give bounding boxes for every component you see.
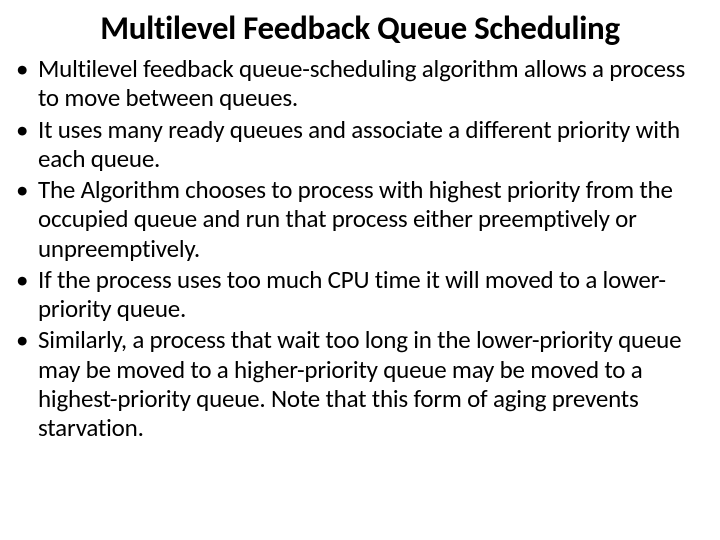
list-item: Similarly, a process that wait too long … bbox=[12, 325, 708, 442]
list-item: The Algorithm chooses to process with hi… bbox=[12, 175, 708, 263]
slide-title: Multilevel Feedback Queue Scheduling bbox=[12, 8, 708, 48]
list-item: If the process uses too much CPU time it… bbox=[12, 265, 708, 324]
list-item: It uses many ready queues and associate … bbox=[12, 115, 708, 174]
bullet-list: Multilevel feedback queue-scheduling alg… bbox=[12, 54, 708, 442]
list-item: Multilevel feedback queue-scheduling alg… bbox=[12, 54, 708, 113]
slide: Multilevel Feedback Queue Scheduling Mul… bbox=[0, 0, 720, 540]
